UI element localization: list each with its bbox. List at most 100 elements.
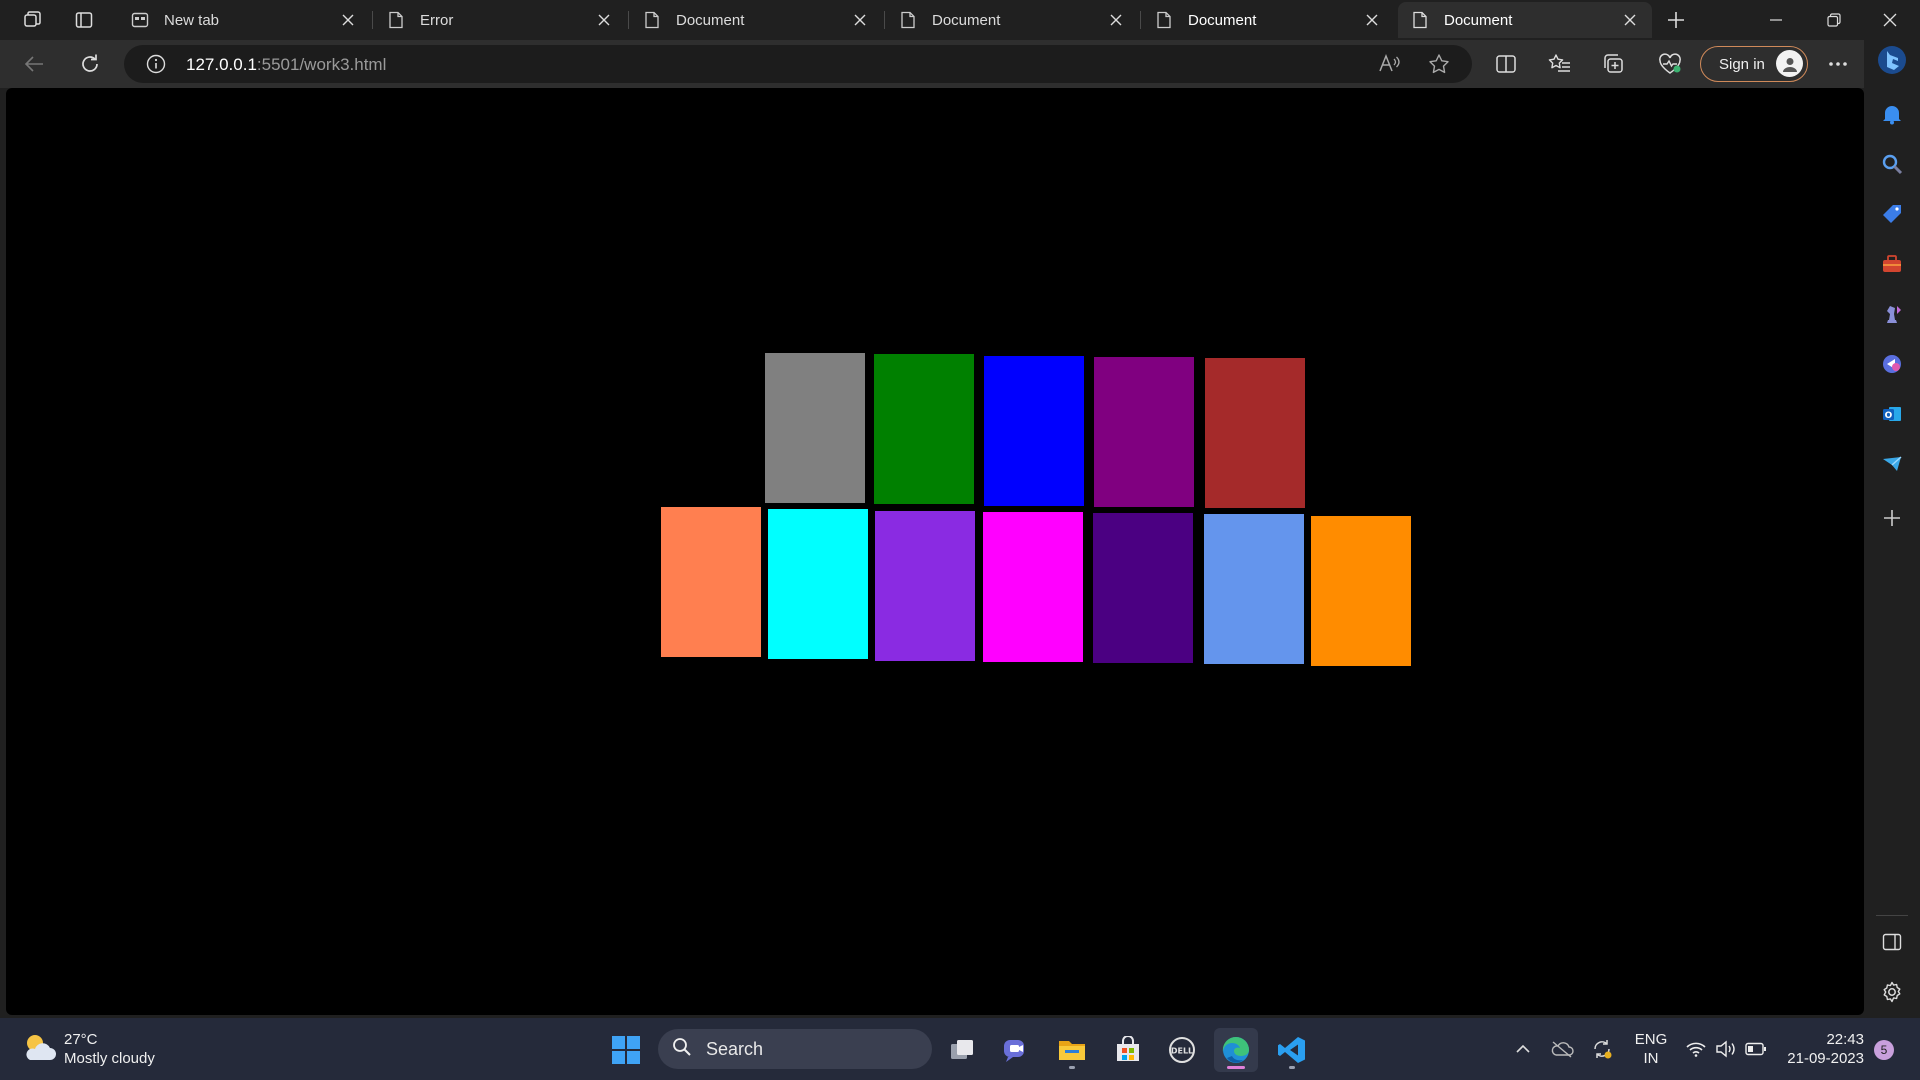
tag-icon[interactable] (1874, 196, 1910, 232)
copilot-icon[interactable] (1874, 346, 1910, 382)
file-explorer-icon[interactable] (1050, 1028, 1094, 1072)
sidebar-divider (1876, 915, 1908, 916)
microsoft-store-icon[interactable] (1106, 1028, 1150, 1072)
search-icon (672, 1037, 692, 1062)
search-label: Search (706, 1038, 764, 1059)
weather-widget[interactable]: 27°C Mostly cloudy (64, 1030, 155, 1068)
url-text[interactable]: 127.0.0.1:5501/work3.html (186, 55, 386, 75)
back-button[interactable] (16, 47, 52, 81)
close-icon[interactable] (1362, 10, 1382, 30)
browser-essentials-icon[interactable] (1652, 47, 1688, 81)
copilot-bing-icon[interactable] (1874, 42, 1910, 78)
tab-title: Error (420, 11, 454, 29)
edge-browser-icon[interactable] (1214, 1028, 1258, 1072)
browser-toolbar: 127.0.0.1:5501/work3.html Sign in (0, 40, 1920, 88)
language-indicator[interactable]: ENG IN (1630, 1030, 1672, 1068)
settings-more-button[interactable] (1820, 47, 1856, 81)
gear-icon[interactable] (1874, 974, 1910, 1010)
split-screen-icon[interactable] (1488, 47, 1524, 81)
vscode-icon[interactable] (1270, 1028, 1314, 1072)
box-row2-4 (983, 512, 1083, 662)
page-icon (642, 10, 662, 30)
close-window-button[interactable] (1862, 0, 1918, 40)
url-host: 127.0.0.1 (186, 55, 257, 74)
address-bar[interactable]: 127.0.0.1:5501/work3.html (124, 45, 1472, 83)
page-icon (1154, 10, 1174, 30)
close-icon[interactable] (1106, 10, 1126, 30)
task-view-icon[interactable] (940, 1028, 984, 1072)
tab-title: Document (1444, 11, 1513, 29)
read-aloud-icon[interactable] (1378, 53, 1400, 80)
clock-time: 22:43 (1826, 1031, 1864, 1048)
tab-title: Document (676, 11, 745, 29)
taskbar-search[interactable]: Search (658, 1029, 932, 1069)
wifi-icon[interactable] (1684, 1037, 1708, 1061)
page-icon (898, 10, 918, 30)
box-row1-1 (765, 353, 865, 503)
weather-cloud-icon[interactable] (20, 1030, 58, 1071)
tab-document-2[interactable]: Document (886, 2, 1138, 38)
close-icon[interactable] (594, 10, 614, 30)
tab-actions-icon[interactable] (64, 4, 104, 36)
teams-chat-icon[interactable] (994, 1028, 1038, 1072)
close-icon[interactable] (338, 10, 358, 30)
box-row2-5 (1093, 513, 1193, 663)
outlook-icon[interactable]: O (1874, 396, 1910, 432)
start-button[interactable] (604, 1028, 648, 1072)
box-row2-2 (768, 509, 868, 659)
svg-text:O: O (1885, 411, 1893, 421)
svg-text:DELL: DELL (1171, 1047, 1193, 1056)
chess-icon[interactable] (1874, 296, 1910, 332)
box-row2-6 (1204, 514, 1304, 664)
close-icon[interactable] (1620, 10, 1640, 30)
box-row1-3 (984, 356, 1084, 506)
minimize-button[interactable] (1748, 0, 1804, 40)
newtab-icon (130, 10, 150, 30)
notification-badge[interactable]: 5 (1874, 1040, 1894, 1060)
refresh-button[interactable] (72, 47, 108, 81)
url-path: :5501/work3.html (256, 55, 387, 74)
volume-icon[interactable] (1714, 1037, 1738, 1061)
hide-sidebar-icon[interactable] (1874, 924, 1910, 960)
running-indicator (1069, 1066, 1075, 1069)
add-icon[interactable] (1874, 500, 1910, 536)
box-row2-1 (661, 507, 761, 657)
dell-icon[interactable]: DELL (1160, 1028, 1204, 1072)
page-icon (386, 10, 406, 30)
box-row2-7 (1311, 516, 1411, 666)
chevron-up-icon[interactable] (1511, 1037, 1535, 1061)
tab-new-tab[interactable]: New tab (118, 2, 370, 38)
clock[interactable]: 22:43 21-09-2023 (1782, 1030, 1864, 1068)
page-icon (1410, 10, 1430, 30)
box-row1-5 (1205, 358, 1305, 508)
tab-document-3[interactable]: Document (1142, 2, 1394, 38)
weather-temp: 27°C (64, 1031, 98, 1048)
sign-in-button[interactable]: Sign in (1700, 46, 1808, 82)
clock-date: 21-09-2023 (1787, 1050, 1864, 1067)
tab-separator (628, 11, 629, 29)
tab-title: New tab (164, 11, 220, 29)
tab-error[interactable]: Error (374, 2, 626, 38)
onedrive-offline-icon[interactable] (1550, 1037, 1574, 1061)
send-icon[interactable] (1874, 446, 1910, 482)
favorite-star-icon[interactable] (1428, 53, 1450, 80)
search-icon[interactable] (1874, 146, 1910, 182)
battery-icon[interactable] (1744, 1037, 1768, 1061)
favorites-icon[interactable] (1542, 47, 1578, 81)
collections-icon[interactable] (1596, 47, 1632, 81)
running-indicator (1289, 1066, 1295, 1069)
box-row1-4 (1094, 357, 1194, 507)
tab-document-active[interactable]: Document (1398, 2, 1652, 38)
close-icon[interactable] (850, 10, 870, 30)
bell-icon[interactable] (1874, 96, 1910, 132)
edge-sidebar: O (1864, 40, 1920, 1018)
toolbox-icon[interactable] (1874, 246, 1910, 282)
sync-icon[interactable] (1590, 1037, 1614, 1061)
workspaces-icon[interactable] (12, 4, 52, 36)
tab-document-1[interactable]: Document (630, 2, 882, 38)
tab-separator (372, 11, 373, 29)
info-icon[interactable] (146, 54, 166, 79)
new-tab-button[interactable] (1656, 4, 1696, 36)
tab-strip: New tab Error Document Document Document… (0, 0, 1920, 40)
restore-button[interactable] (1806, 0, 1862, 40)
